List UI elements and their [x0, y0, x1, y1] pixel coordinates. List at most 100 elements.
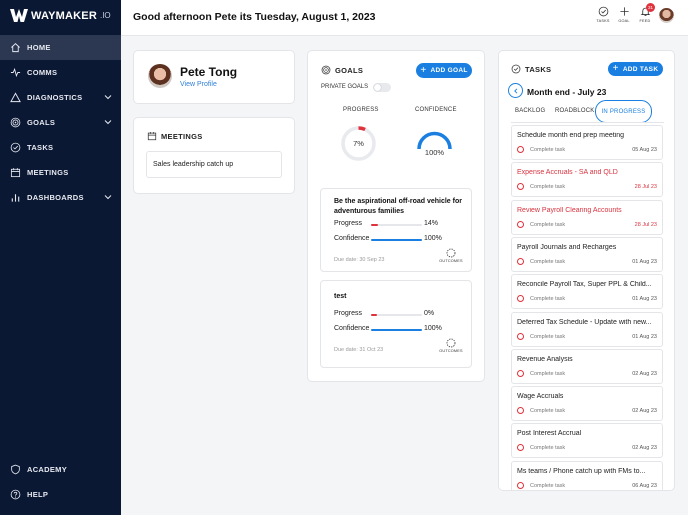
task-item[interactable]: Expense Accruals - SA and QLD Complete ta…	[511, 162, 663, 198]
sidebar-item-goals[interactable]: GOALS	[0, 110, 121, 135]
task-item[interactable]: Ms teams / Phone catch up with FMs to...…	[511, 460, 663, 490]
view-profile-link[interactable]: View Profile	[180, 81, 217, 88]
goal-progress-label: Progress	[334, 310, 363, 317]
progress-column-label: PROGRESS	[343, 107, 379, 113]
progress-gauge-value: 7%	[353, 139, 364, 148]
tab-backlog[interactable]: BACKLOG	[515, 108, 545, 114]
task-due-date: 01 Aug 23	[632, 333, 657, 340]
chevron-down-icon[interactable]	[104, 118, 112, 126]
sidebar-item-tasks[interactable]: TASKS	[0, 135, 121, 160]
sidebar-item-dashboards[interactable]: DASHBOARDS	[0, 185, 121, 210]
task-item[interactable]: Deferred Tax Schedule - Update with new.…	[511, 311, 663, 347]
complete-task-label[interactable]: Complete task	[530, 334, 565, 340]
logo[interactable]: WAYMAKER .IO	[10, 9, 111, 22]
complete-task-checkbox[interactable]	[517, 481, 524, 489]
header-goal-button[interactable]: GOAL	[617, 6, 631, 23]
complete-task-label[interactable]: Complete task	[530, 483, 565, 489]
private-goals-toggle[interactable]	[373, 83, 391, 92]
user-avatar[interactable]	[659, 8, 674, 23]
goal-progress-value: 0%	[424, 310, 435, 317]
complete-task-checkbox[interactable]	[517, 220, 524, 228]
sidebar-item-label: HELP	[27, 490, 49, 499]
complete-task-label[interactable]: Complete task	[530, 184, 565, 190]
tabs-divider	[511, 122, 664, 123]
complete-task-label[interactable]: Complete task	[530, 408, 565, 414]
add-goal-button[interactable]: + ADD GOAL	[416, 63, 472, 78]
target-icon	[10, 117, 21, 128]
sidebar-item-label: HOME	[27, 43, 51, 52]
task-item[interactable]: Revenue Analysis Complete task 02 Aug 23	[511, 348, 663, 384]
goal-item[interactable]: Be the aspirational off-road vehicle for…	[320, 188, 472, 272]
outcomes-icon	[446, 248, 456, 258]
complete-task-checkbox[interactable]	[517, 146, 524, 153]
header-tasks-button[interactable]: TASKS	[596, 6, 610, 23]
task-item[interactable]: Post Interest Accrual Complete task 02 Aug…	[511, 423, 663, 459]
private-goals-label: PRIVATE GOALS	[321, 84, 369, 90]
task-list-title: Month end - July 23	[527, 87, 607, 97]
add-task-button[interactable]: + ADD TASK	[608, 62, 663, 76]
outcomes-icon	[446, 338, 456, 348]
complete-task-checkbox[interactable]	[517, 332, 524, 340]
sidebar-item-label: MEETINGS	[27, 168, 69, 177]
goal-outcomes-button[interactable]: OUTCOMES	[438, 338, 464, 353]
goal-outcomes-button[interactable]: OUTCOMES	[438, 248, 464, 263]
complete-task-checkbox[interactable]	[517, 257, 524, 265]
complete-task-checkbox[interactable]	[517, 369, 524, 377]
goal-title: test	[334, 293, 347, 300]
sidebar-item-label: DIAGNOSTICS	[27, 93, 83, 102]
plus-icon: +	[612, 63, 619, 74]
meetings-header: MEETINGS	[147, 131, 203, 141]
complete-task-label[interactable]: Complete task	[530, 259, 565, 265]
sidebar-item-label: COMMS	[27, 68, 58, 77]
task-item[interactable]: Reconcile Payroll Tax, Super PPL & Child…	[511, 274, 663, 310]
complete-task-label[interactable]: Complete task	[530, 147, 565, 153]
tab-roadblock[interactable]: ROADBLOCK	[555, 108, 594, 114]
complete-task-label[interactable]: Complete task	[530, 296, 565, 302]
complete-task-checkbox[interactable]	[517, 183, 524, 191]
sidebar-nav: HOME COMMS DIAGNOSTICS GOALS TASKS MEETI…	[0, 35, 121, 210]
meeting-item[interactable]: Sales leadership catch up	[146, 151, 282, 178]
sidebar-item-label: ACADEMY	[27, 465, 68, 474]
header-goal-label: GOAL	[618, 19, 630, 23]
complete-task-checkbox[interactable]	[517, 444, 524, 452]
task-item[interactable]: Wage Accruals Complete task 02 Aug 23	[511, 386, 663, 422]
goal-title: Be the aspirational off-road vehicle for…	[334, 198, 462, 215]
top-header: Good afternoon Pete its Tuesday, August …	[121, 0, 688, 36]
sidebar-item-help[interactable]: HELP	[0, 482, 121, 507]
check-circle-icon	[511, 64, 521, 74]
task-item[interactable]: Review Payroll Clearing Accounts Complete…	[511, 199, 663, 235]
complete-task-label[interactable]: Complete task	[530, 222, 565, 228]
header-feed-button[interactable]: 31 FEED	[638, 3, 655, 23]
task-due-date: 01 Aug 23	[632, 258, 657, 265]
chevron-down-icon[interactable]	[104, 193, 112, 201]
confidence-gauge-value: 100%	[424, 148, 445, 157]
task-item[interactable]: Schedule month end prep meeting Complete …	[511, 125, 663, 160]
goal-item[interactable]: test Progress 0% Confidence 100% Due dat…	[320, 280, 472, 368]
tab-in-progress[interactable]: IN PROGRESS	[595, 100, 652, 123]
meetings-card: MEETINGS Sales leadership catch up	[133, 117, 295, 194]
goal-due-date: Due date: 31 Oct 23	[334, 347, 384, 353]
profile-name: Pete Tong	[180, 65, 238, 79]
chevron-down-icon[interactable]	[104, 93, 112, 101]
add-goal-label: ADD GOAL	[430, 67, 468, 74]
sidebar-item-home[interactable]: HOME	[0, 35, 121, 60]
complete-task-checkbox[interactable]	[517, 295, 524, 303]
bar-chart-icon	[11, 194, 20, 202]
task-item[interactable]: Payroll Journals and Recharges Complete t…	[511, 236, 663, 272]
tasks-title: TASKS	[525, 64, 552, 74]
back-button[interactable]	[508, 83, 523, 98]
sidebar-item-diagnostics[interactable]: DIAGNOSTICS	[0, 85, 121, 110]
goal-progress-fill	[371, 224, 379, 226]
task-due-date: 28 Jul 23	[634, 184, 657, 191]
task-name: Ms teams / Phone catch up with FMs to...	[517, 467, 646, 475]
complete-task-checkbox[interactable]	[517, 407, 524, 415]
complete-task-label[interactable]: Complete task	[530, 371, 565, 377]
sidebar-item-meetings[interactable]: MEETINGS	[0, 160, 121, 185]
goal-progress-bar	[371, 224, 422, 226]
sidebar-item-comms[interactable]: COMMS	[0, 60, 121, 85]
target-icon	[321, 65, 331, 75]
complete-task-label[interactable]: Complete task	[530, 445, 565, 451]
sidebar-item-academy[interactable]: ACADEMY	[0, 457, 121, 482]
outcomes-label: OUTCOMES	[439, 349, 463, 353]
calendar-icon	[10, 168, 21, 178]
